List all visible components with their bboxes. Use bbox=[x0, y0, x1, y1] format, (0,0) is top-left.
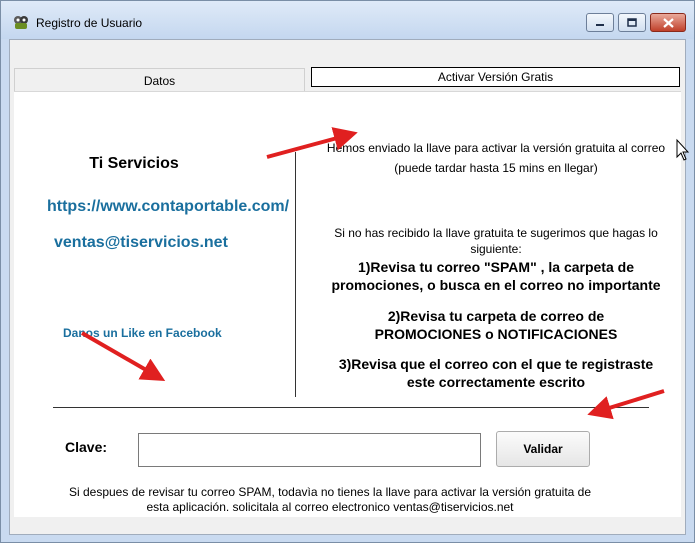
footer-note: Si despues de revisar tu correo SPAM, to… bbox=[42, 485, 618, 515]
tab-datos[interactable]: Datos bbox=[14, 68, 305, 92]
step-3-line: este correctamente escrito bbox=[406, 374, 586, 390]
validar-button[interactable]: Validar bbox=[496, 431, 590, 467]
email-link[interactable]: ventas@tiservicios.net bbox=[54, 234, 228, 252]
suggestion-line: siguiente: bbox=[470, 242, 522, 256]
client-area: Datos Activar Versión Gratis Ti Servicio… bbox=[9, 39, 686, 535]
wait-message: (puede tardar hasta 15 mins en llegar) bbox=[394, 161, 598, 175]
app-window: Registro de Usuario Datos Activar Versió… bbox=[0, 0, 695, 543]
footer-line: esta aplicación. solicitala al correo el… bbox=[146, 500, 514, 514]
step-1: 1)Revisa tu correo "SPAM" , la carpeta d… bbox=[296, 258, 696, 294]
step-3-line: 3)Revisa que el correo con el que te reg… bbox=[338, 356, 654, 372]
close-icon bbox=[662, 17, 674, 28]
step-1-line: promociones, o busca en el correo no imp… bbox=[331, 277, 661, 293]
app-icon bbox=[14, 16, 28, 29]
step-2-line: 2)Revisa tu carpeta de correo de bbox=[387, 308, 605, 324]
website-link[interactable]: https://www.contaportable.com/ bbox=[47, 198, 289, 216]
footer-line: Si despues de revisar tu correo SPAM, to… bbox=[68, 485, 592, 499]
maximize-button[interactable] bbox=[618, 13, 646, 32]
step-3: 3)Revisa que el correo con el que te reg… bbox=[296, 355, 696, 391]
company-name: Ti Servicios bbox=[89, 155, 179, 172]
clave-input[interactable] bbox=[138, 433, 481, 467]
step-2-line: PROMOCIONES o NOTIFICACIONES bbox=[374, 326, 618, 342]
step-1-line: 1)Revisa tu correo "SPAM" , la carpeta d… bbox=[357, 259, 634, 275]
maximize-icon bbox=[627, 18, 637, 27]
facebook-link[interactable]: Danos un Like en Facebook bbox=[63, 326, 222, 340]
suggestion-text: Si no has recibido la llave gratuita te … bbox=[296, 225, 696, 257]
step-2: 2)Revisa tu carpeta de correo de PROMOCI… bbox=[296, 307, 696, 343]
window-title: Registro de Usuario bbox=[36, 16, 143, 30]
suggestion-line: Si no has recibido la llave gratuita te … bbox=[334, 226, 658, 240]
tab-panel: Ti Servicios https://www.contaportable.c… bbox=[14, 91, 681, 517]
tab-activar-version-gratis[interactable]: Activar Versión Gratis bbox=[311, 67, 680, 87]
minimize-button[interactable] bbox=[586, 13, 614, 32]
sent-message: Hemos enviado la llave para activar la v… bbox=[326, 141, 666, 155]
horizontal-divider bbox=[53, 407, 649, 408]
minimize-icon bbox=[596, 23, 604, 26]
title-bar[interactable]: Registro de Usuario bbox=[1, 1, 694, 39]
clave-label: Clave: bbox=[65, 439, 108, 455]
close-button[interactable] bbox=[650, 13, 686, 32]
